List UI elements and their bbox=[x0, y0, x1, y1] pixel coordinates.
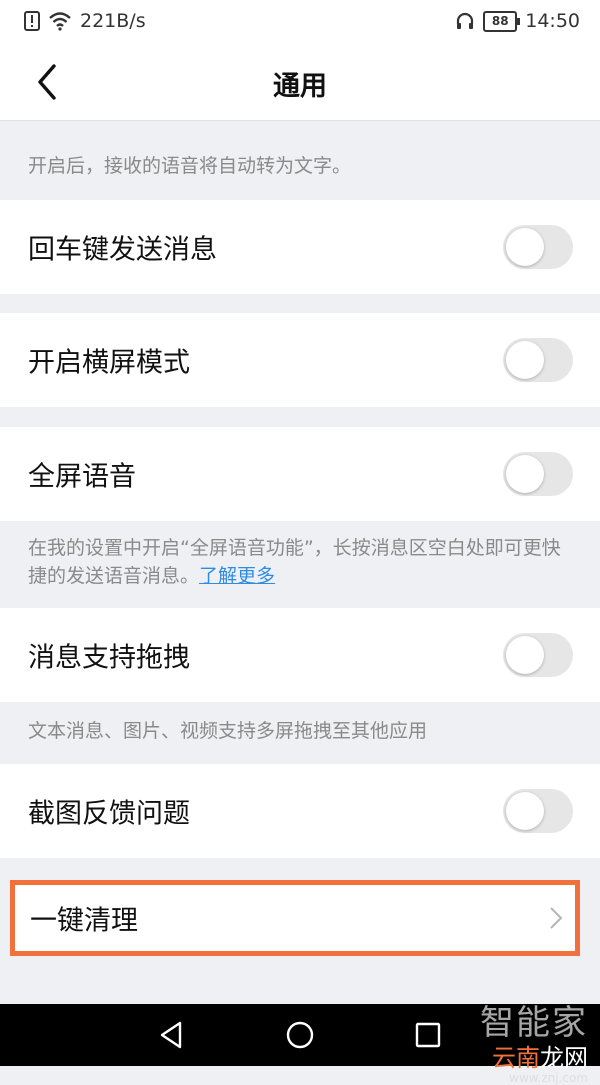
screenshot-feedback-toggle[interactable] bbox=[503, 789, 573, 833]
setting-row-enter-send: 回车键发送消息 bbox=[0, 200, 600, 294]
system-back-button[interactable] bbox=[156, 1019, 188, 1051]
learn-more-link[interactable]: 了解更多 bbox=[199, 565, 275, 587]
status-left: 221B/s bbox=[0, 10, 146, 32]
system-nav-bar bbox=[0, 1004, 600, 1066]
chevron-right-icon bbox=[550, 907, 563, 929]
setting-row-screenshot-feedback: 截图反馈问题 bbox=[0, 764, 600, 858]
nav-bar: 通用 bbox=[0, 42, 600, 121]
toggle-knob bbox=[506, 228, 544, 266]
toggle-knob bbox=[506, 636, 544, 674]
drag-support-note: 文本消息、图片、视频支持多屏拖拽至其他应用 bbox=[28, 720, 428, 742]
toggle-knob bbox=[506, 341, 544, 379]
setting-label: 开启横屏模式 bbox=[28, 347, 190, 379]
setting-label: 回车键发送消息 bbox=[28, 234, 217, 266]
setting-row-landscape: 开启横屏模式 bbox=[0, 313, 600, 407]
setting-label: 截图反馈问题 bbox=[28, 798, 190, 830]
setting-row-fullscreen-voice: 全屏语音 bbox=[0, 427, 600, 521]
page-title: 通用 bbox=[273, 71, 327, 102]
one-click-cleanup-row[interactable]: 一键清理 bbox=[10, 880, 580, 956]
setting-row-drag: 消息支持拖拽 bbox=[0, 608, 600, 702]
status-right: 88 14:50 bbox=[455, 10, 600, 32]
square-recents-icon bbox=[415, 1022, 441, 1048]
fullscreen-voice-toggle[interactable] bbox=[503, 452, 573, 496]
enter-send-toggle[interactable] bbox=[503, 225, 573, 269]
network-speed: 221B/s bbox=[80, 10, 146, 32]
setting-label: 消息支持拖拽 bbox=[28, 642, 190, 674]
toggle-knob bbox=[506, 455, 544, 493]
battery-icon: 88 bbox=[483, 10, 521, 32]
voice-to-text-note: 开启后，接收的语音将自动转为文字。 bbox=[28, 155, 352, 177]
drag-toggle[interactable] bbox=[503, 633, 573, 677]
wifi-icon bbox=[49, 12, 71, 31]
toggle-knob bbox=[506, 792, 544, 830]
fullscreen-voice-note-text: 在我的设置中开启“全屏语音功能”，长按消息区空白处即可更快捷的发送语音消息。 bbox=[28, 537, 561, 587]
system-recents-button[interactable] bbox=[412, 1019, 444, 1051]
alert-icon bbox=[24, 11, 40, 31]
circle-home-icon bbox=[286, 1021, 314, 1049]
cleanup-label: 一键清理 bbox=[30, 905, 138, 937]
setting-label: 全屏语音 bbox=[28, 461, 136, 493]
fullscreen-voice-note: 在我的设置中开启“全屏语音功能”，长按消息区空白处即可更快捷的发送语音消息。了解… bbox=[28, 534, 573, 590]
triangle-back-icon bbox=[160, 1021, 182, 1049]
landscape-toggle[interactable] bbox=[503, 338, 573, 382]
headphones-icon bbox=[457, 12, 474, 29]
battery-level: 88 bbox=[491, 14, 509, 28]
status-bar: 221B/s 88 14:50 bbox=[0, 0, 600, 42]
system-home-button[interactable] bbox=[284, 1019, 316, 1051]
clock: 14:50 bbox=[525, 10, 580, 32]
watermark-url: www.znj.com bbox=[509, 1071, 588, 1085]
